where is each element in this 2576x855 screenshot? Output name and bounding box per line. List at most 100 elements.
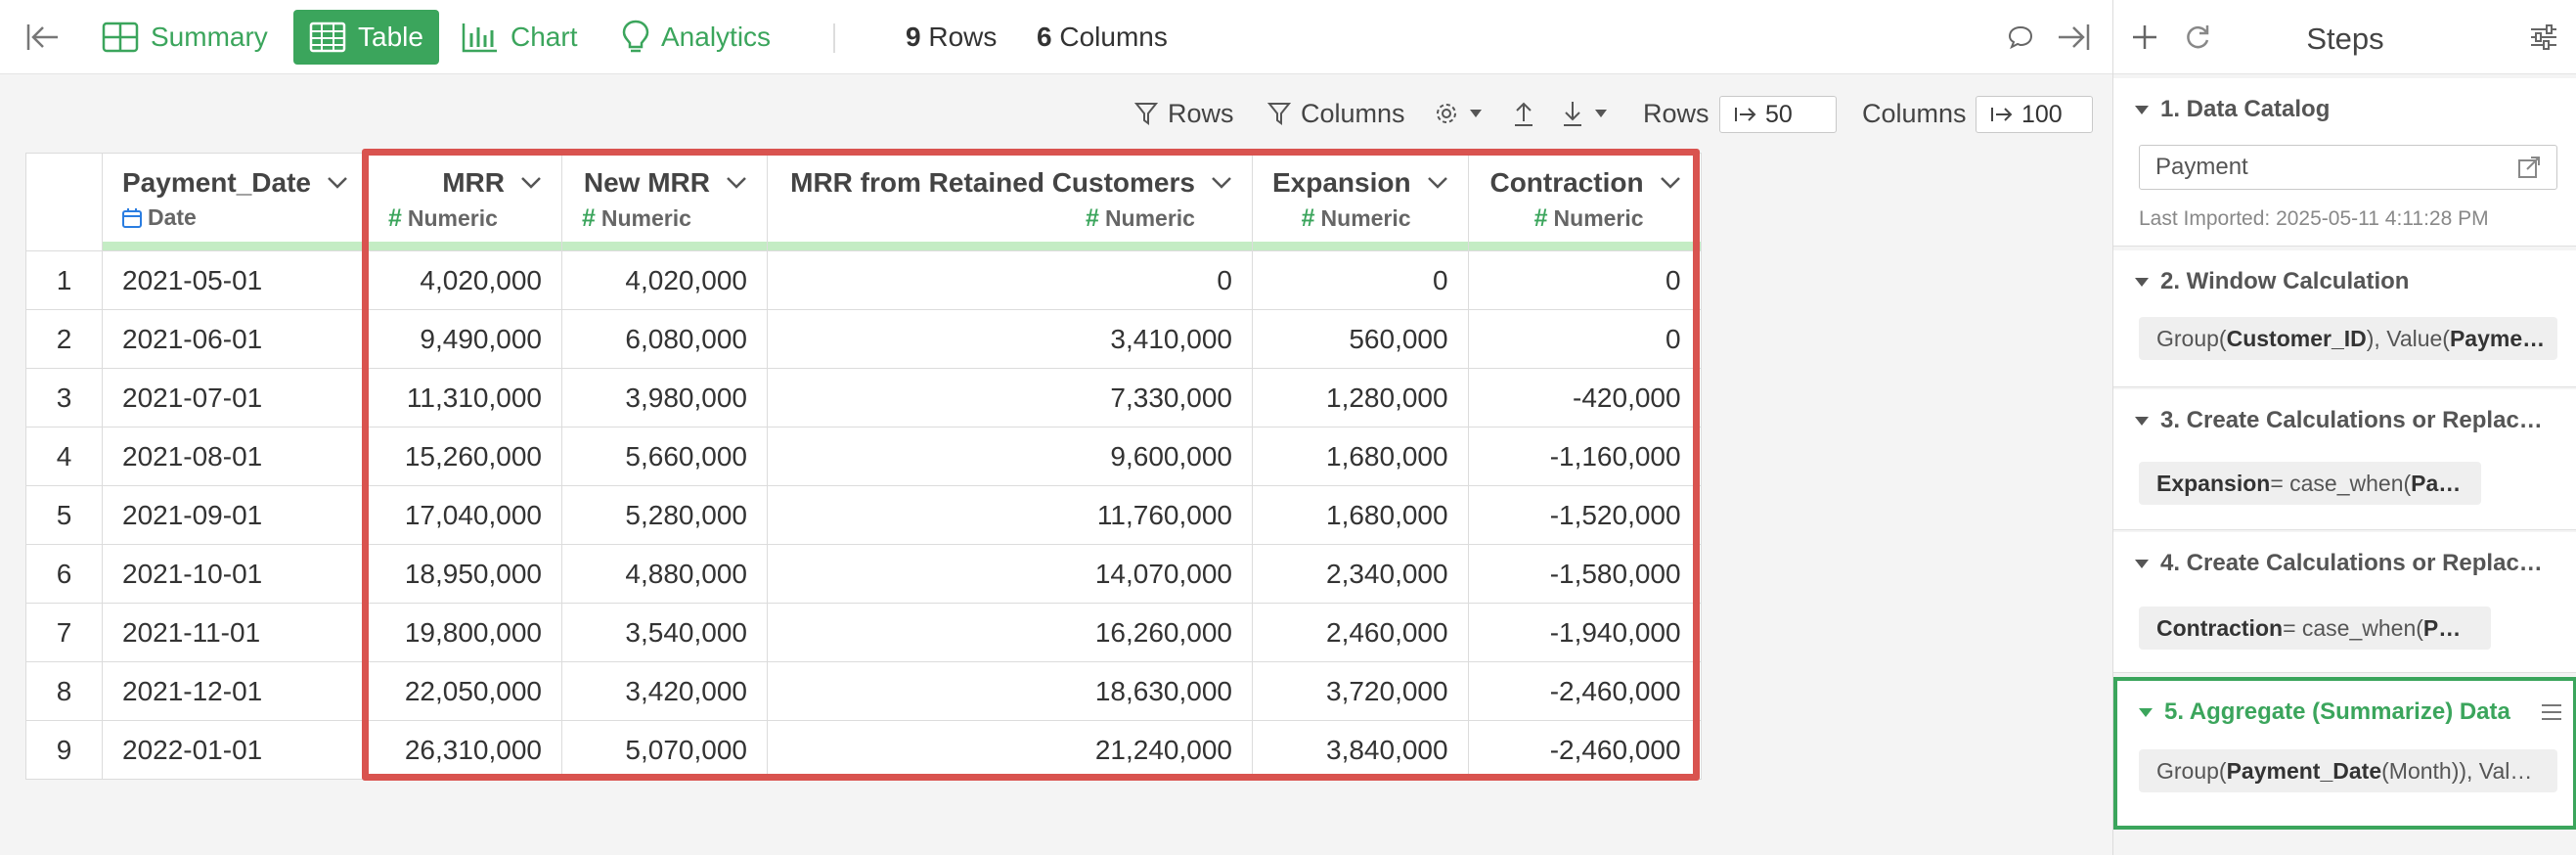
column-header-payment-date[interactable]: Payment_Date Date — [102, 153, 369, 251]
table-cell[interactable]: 2021-08-01 — [102, 427, 369, 486]
columns-limit-input[interactable]: 100 — [1976, 96, 2093, 133]
table-cell[interactable]: 5,280,000 — [560, 485, 768, 545]
chevron-down-icon[interactable] — [1427, 176, 1448, 190]
column-header-mrr[interactable]: MRR # Numeric — [367, 153, 562, 251]
chevron-down-icon[interactable] — [1211, 176, 1232, 190]
settings-menu-button[interactable] — [1434, 96, 1483, 131]
sliders-icon[interactable] — [2524, 18, 2563, 57]
table-cell[interactable]: 14,070,000 — [766, 544, 1253, 604]
table-cell[interactable]: 2021-09-01 — [102, 485, 369, 545]
step-create-calculations-1[interactable]: 3. Create Calculations or Replac… Expans… — [2113, 389, 2576, 530]
table-cell[interactable]: 1,280,000 — [1251, 368, 1469, 428]
table-cell[interactable]: 3,980,000 — [560, 368, 768, 428]
table-cell[interactable]: 0 — [1251, 250, 1469, 310]
column-header-mrr-retained[interactable]: MRR from Retained Customers # Numeric — [766, 153, 1253, 251]
step-title[interactable]: 2. Window Calculation — [2135, 268, 2409, 295]
step-aggregate-data[interactable]: 5. Aggregate (Summarize) Data Group(Paym… — [2113, 677, 2576, 830]
table-cell[interactable]: 3,540,000 — [560, 603, 768, 662]
expand-right-icon[interactable] — [2054, 18, 2093, 57]
step-data-catalog[interactable]: 1. Data Catalog Payment Last Imported: 2… — [2113, 78, 2576, 247]
table-cell[interactable]: 11,310,000 — [367, 368, 562, 428]
comment-icon[interactable] — [2001, 18, 2040, 57]
table-cell[interactable]: 18,950,000 — [367, 544, 562, 604]
step-summary[interactable]: Group(Payment_Date (Month)), Val… — [2139, 749, 2557, 792]
table-cell[interactable]: 18,630,000 — [766, 661, 1253, 721]
table-cell[interactable]: 21,240,000 — [766, 720, 1253, 780]
step-title[interactable]: 5. Aggregate (Summarize) Data — [2139, 698, 2510, 726]
table-cell[interactable]: 9,490,000 — [367, 309, 562, 369]
table-cell[interactable]: -1,580,000 — [1467, 544, 1702, 604]
table-cell[interactable]: 9,600,000 — [766, 427, 1253, 486]
table-cell[interactable]: 2021-10-01 — [102, 544, 369, 604]
table-cell[interactable]: 7,330,000 — [766, 368, 1253, 428]
step-title[interactable]: 1. Data Catalog — [2135, 96, 2330, 123]
table-cell[interactable]: 1,680,000 — [1251, 427, 1469, 486]
chevron-down-icon[interactable] — [726, 176, 747, 190]
step-title[interactable]: 4. Create Calculations or Replac… — [2135, 550, 2543, 577]
table-cell[interactable]: -1,160,000 — [1467, 427, 1702, 486]
table-cell[interactable]: 22,050,000 — [367, 661, 562, 721]
table-cell[interactable]: 2,460,000 — [1251, 603, 1469, 662]
table-cell[interactable]: 3,420,000 — [560, 661, 768, 721]
table-cell[interactable]: 6,080,000 — [560, 309, 768, 369]
table-row: 7 2021-11-01 19,800,000 3,540,000 16,260,000… — [25, 603, 1702, 662]
tab-analytics[interactable]: Analytics — [606, 10, 786, 65]
table-cell[interactable]: 3,720,000 — [1251, 661, 1469, 721]
table-cell[interactable]: 2,340,000 — [1251, 544, 1469, 604]
table-cell[interactable]: 26,310,000 — [367, 720, 562, 780]
step-create-calculations-2[interactable]: 4. Create Calculations or Replac… Contra… — [2113, 532, 2576, 673]
step-summary[interactable]: Contraction = case_when(P… — [2139, 607, 2491, 650]
collapse-left-icon[interactable] — [23, 18, 63, 57]
step-title[interactable]: 3. Create Calculations or Replac… — [2135, 407, 2543, 434]
data-source-field[interactable]: Payment — [2139, 145, 2557, 190]
table-cell[interactable]: -1,940,000 — [1467, 603, 1702, 662]
table-cell[interactable]: 4,020,000 — [560, 250, 768, 310]
table-cell[interactable]: 560,000 — [1251, 309, 1469, 369]
table-cell[interactable]: 17,040,000 — [367, 485, 562, 545]
tab-table[interactable]: Table — [293, 10, 439, 65]
table-cell[interactable]: 2021-07-01 — [102, 368, 369, 428]
chevron-down-icon[interactable] — [327, 176, 348, 190]
tab-summary[interactable]: Summary — [86, 10, 284, 65]
upload-button[interactable] — [1512, 96, 1535, 131]
table-cell[interactable]: 15,260,000 — [367, 427, 562, 486]
table-cell[interactable]: 4,020,000 — [367, 250, 562, 310]
step-summary[interactable]: Expansion = case_when(Pa… — [2139, 462, 2481, 505]
external-link-icon[interactable] — [2517, 156, 2541, 179]
table-cell[interactable]: 0 — [766, 250, 1253, 310]
table-cell[interactable]: 11,760,000 — [766, 485, 1253, 545]
table-cell[interactable]: 3,840,000 — [1251, 720, 1469, 780]
table-cell[interactable]: -1,520,000 — [1467, 485, 1702, 545]
table-cell[interactable]: 2021-11-01 — [102, 603, 369, 662]
tab-chart[interactable]: Chart — [446, 10, 593, 65]
table-cell[interactable]: 16,260,000 — [766, 603, 1253, 662]
table-cell[interactable]: 2021-06-01 — [102, 309, 369, 369]
table-cell[interactable]: 2021-05-01 — [102, 250, 369, 310]
table-cell[interactable]: -2,460,000 — [1467, 720, 1702, 780]
table-cell[interactable]: 3,410,000 — [766, 309, 1253, 369]
rows-limit-input[interactable]: 50 — [1719, 96, 1837, 133]
table-cell[interactable]: 2022-01-01 — [102, 720, 369, 780]
table-cell[interactable]: -420,000 — [1467, 368, 1702, 428]
table-cell[interactable]: 5,070,000 — [560, 720, 768, 780]
table-cell[interactable]: 1,680,000 — [1251, 485, 1469, 545]
table-cell[interactable]: 5,660,000 — [560, 427, 768, 486]
caret-down-icon — [2139, 707, 2153, 717]
column-header-contraction[interactable]: Contraction # Numeric — [1467, 153, 1702, 251]
table-cell[interactable]: 19,800,000 — [367, 603, 562, 662]
menu-icon[interactable] — [2540, 702, 2563, 727]
table-cell[interactable]: 2021-12-01 — [102, 661, 369, 721]
column-header-new-mrr[interactable]: New MRR # Numeric — [560, 153, 768, 251]
download-menu-button[interactable] — [1561, 96, 1608, 131]
table-cell[interactable]: -2,460,000 — [1467, 661, 1702, 721]
table-cell[interactable]: 0 — [1467, 309, 1702, 369]
table-cell[interactable]: 0 — [1467, 250, 1702, 310]
rows-filter-button[interactable]: Rows — [1134, 96, 1234, 131]
step-window-calculation[interactable]: 2. Window Calculation Group(Customer_ID)… — [2113, 250, 2576, 387]
table-cell[interactable]: 4,880,000 — [560, 544, 768, 604]
step-summary[interactable]: Group(Customer_ID), Value(Payme… — [2139, 317, 2557, 360]
columns-filter-button[interactable]: Columns — [1267, 96, 1405, 131]
chevron-down-icon[interactable] — [520, 176, 542, 190]
chevron-down-icon[interactable] — [1660, 176, 1681, 190]
column-header-expansion[interactable]: Expansion # Numeric — [1251, 153, 1469, 251]
